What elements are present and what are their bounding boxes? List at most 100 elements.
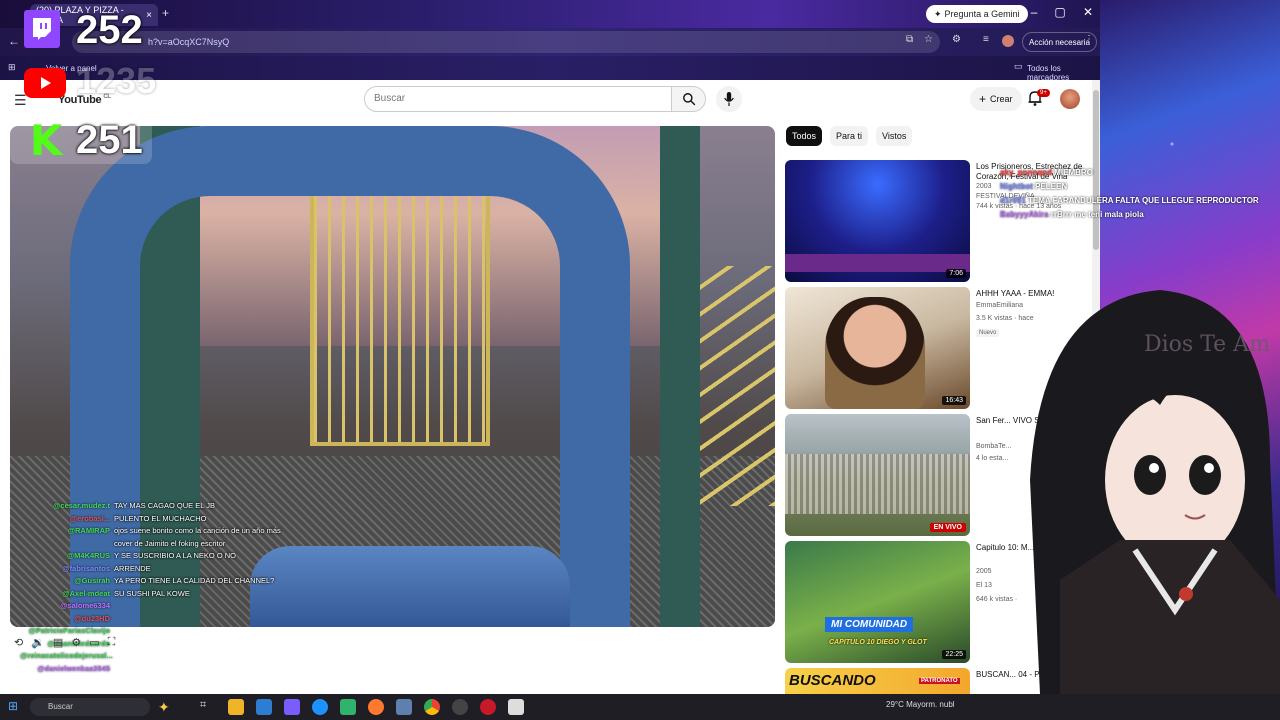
video-thumbnail[interactable]: BUSCANDO PATRONATO: [785, 668, 970, 694]
chat-message: @du23HD: [20, 613, 300, 626]
side-chat: aky_pnnnqnd MIEMBRO Nightbot PELEEN d1r091…: [1000, 166, 1259, 222]
search-button[interactable]: [672, 86, 706, 112]
maximize-icon[interactable]: ▢: [1052, 5, 1068, 19]
chip-vistos[interactable]: Vistos: [876, 126, 913, 146]
thumbnail-caption: MI COMUNIDAD: [825, 617, 914, 632]
app-icon[interactable]: [508, 699, 524, 715]
loop-icon[interactable]: ⟲: [14, 636, 23, 649]
chat-text: [114, 613, 289, 626]
discord-icon[interactable]: [284, 699, 300, 715]
chat-username: @salome6334: [60, 601, 110, 610]
settings-gear-icon[interactable]: ⚙: [71, 636, 81, 649]
copilot-icon[interactable]: ✦: [158, 699, 174, 715]
side-chat-text: MIEMBRO: [1054, 168, 1093, 177]
chat-username: @fabrisantos: [62, 563, 110, 573]
profile-avatar[interactable]: [1002, 35, 1014, 47]
kick-viewer-count: 251: [76, 118, 143, 162]
bookmarks-bar: ⊞ Volver a panel ▭ Todos los marcadores: [0, 56, 1100, 82]
city-houses: [785, 454, 970, 514]
chat-username: @Axel-mdeat: [62, 588, 110, 598]
video-thumbnail[interactable]: EN VIVO: [785, 414, 970, 536]
duration-badge: 7:06: [946, 269, 966, 278]
chat-text: TAY MAS CAGAO QUE EL JB: [114, 501, 215, 510]
chat-username: @RAMIRAP: [67, 526, 110, 535]
chip-todos[interactable]: Todos: [786, 126, 823, 146]
bookmark-star-icon[interactable]: ☆: [924, 34, 933, 45]
voice-search-button[interactable]: [716, 86, 742, 112]
url-field[interactable]: h?v=aOcqXC7NsyQ: [72, 31, 940, 53]
side-chat-text: rrBrrr me teni mala piola: [1050, 210, 1144, 219]
task-view-icon[interactable]: ⌗: [200, 699, 216, 715]
taskbar-search[interactable]: Buscar: [30, 698, 150, 716]
kick-logo-icon: K: [29, 116, 63, 165]
chrome-icon[interactable]: [424, 699, 440, 715]
chat-username: @reinacatolicodejerusal...: [20, 651, 113, 660]
fullscreen-icon[interactable]: ⛶: [108, 636, 116, 649]
firefox-icon[interactable]: [368, 699, 384, 715]
start-icon[interactable]: ⊞: [8, 699, 18, 713]
apps-grid-icon[interactable]: ⊞: [8, 62, 16, 73]
search-icon: [682, 93, 695, 106]
search-input[interactable]: Buscar: [364, 86, 672, 112]
more-menu-icon[interactable]: ⋮: [1084, 34, 1094, 45]
create-button[interactable]: + Crear: [970, 87, 1022, 111]
create-label: Crear: [990, 94, 1013, 104]
person-figure: [825, 297, 925, 409]
chip-para-ti[interactable]: Para ti: [830, 126, 869, 146]
thumbnail-subcaption: PATRONATO: [919, 678, 960, 684]
taskbar-search-label: Buscar: [48, 702, 73, 711]
address-bar-row: ← ↻ h?v=aOcqXC7NsyQ ⧉ ☆ ⚙ ≡ Acción neces…: [0, 28, 1100, 56]
new-tab-icon[interactable]: +: [162, 6, 169, 20]
twitch-viewer-count: 252: [76, 8, 143, 52]
side-chat-message: aky_pnnnqnd MIEMBRO: [1000, 166, 1259, 180]
minimize-icon[interactable]: –: [1026, 5, 1042, 19]
file-explorer-icon[interactable]: [228, 699, 244, 715]
close-window-icon[interactable]: ✕: [1080, 5, 1096, 19]
vlc-icon[interactable]: [396, 699, 412, 715]
account-avatar[interactable]: [1060, 89, 1080, 109]
filter-chips: Todos Para ti Vistos: [786, 126, 913, 146]
live-badge: EN VIVO: [929, 523, 966, 532]
play-triangle-icon: [41, 77, 51, 89]
side-chat-message: d1r091 TEMA FARANDULERA FALTA QUE LLEGUE…: [1000, 194, 1259, 208]
volume-icon[interactable]: 🔉: [31, 636, 45, 649]
gemini-button[interactable]: ✦ Pregunta a Gemini: [926, 5, 1028, 23]
media-icon[interactable]: ≡: [983, 34, 989, 45]
chat-text: ojos suene bonito como la canción de un …: [114, 526, 281, 548]
chat-message: @erobasi... PULENTO EL MUCHACHO: [20, 513, 300, 526]
chat-username: @du23HD: [74, 613, 110, 623]
opera-icon[interactable]: [480, 699, 496, 715]
vscode-icon[interactable]: [256, 699, 272, 715]
install-icon[interactable]: ⧉: [906, 34, 913, 45]
obs-icon[interactable]: [452, 699, 468, 715]
chat-username: @erobasi...: [69, 513, 110, 523]
weather-widget[interactable]: 29°C Mayorm. nubl: [886, 700, 955, 709]
back-icon[interactable]: ←: [8, 34, 20, 48]
chat-message: @salome6334: [20, 600, 300, 613]
youtube-logo-icon: [24, 68, 66, 98]
gemini-label: Pregunta a Gemini: [944, 9, 1020, 19]
youtube-viewer-count: 1235: [76, 60, 157, 101]
video-thumbnail[interactable]: 16:43: [785, 287, 970, 409]
chat-message: @Gusirah YA PERO TIENE LA CALIDAD DEL CHA…: [20, 575, 300, 588]
chat-message: @fabrisantos ARRENDE: [20, 563, 300, 576]
edge-icon[interactable]: [312, 699, 328, 715]
video-thumbnail[interactable]: 7:06: [785, 160, 970, 282]
side-chat-message: Nightbot PELEEN: [1000, 180, 1259, 194]
notification-badge: 9+: [1037, 89, 1050, 97]
chat-text: PULENTO EL MUCHACHO: [114, 513, 207, 523]
stage-floor: [785, 254, 970, 272]
store-icon[interactable]: [340, 699, 356, 715]
plus-icon: +: [979, 92, 987, 106]
chat-username: @danielwenkaa3545: [37, 663, 110, 673]
chat-message: @M4K4RUS Y SE SUSCRIBIO A LA NEKO O NO: [20, 550, 300, 563]
playlist-icon[interactable]: ▤: [53, 636, 63, 649]
close-tab-icon[interactable]: ×: [146, 10, 152, 21]
video-thumbnail[interactable]: MI COMUNIDAD CAPITULO 10 DIEGO Y GLOT 22…: [785, 541, 970, 663]
side-chat-username: d1r091: [1000, 196, 1026, 205]
player-controls: ⟲ 🔉 ▤ ⚙ ▭ ⛶: [14, 636, 115, 649]
theater-icon[interactable]: ▭: [89, 636, 99, 649]
extensions-icon[interactable]: ⚙: [952, 34, 961, 45]
chat-text: [114, 600, 289, 613]
microphone-icon: [724, 92, 734, 106]
